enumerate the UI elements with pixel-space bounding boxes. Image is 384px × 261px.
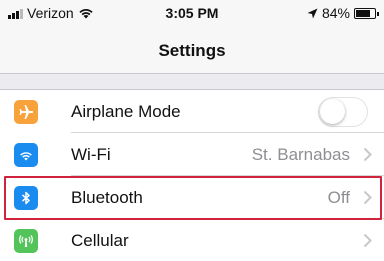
settings-row-label: Wi-Fi bbox=[71, 145, 111, 164]
settings-row-value: Off bbox=[327, 188, 350, 207]
settings-row-cellular[interactable]: Cellular bbox=[0, 219, 384, 261]
page-title: Settings bbox=[158, 41, 226, 60]
settings-row-bluetooth[interactable]: Bluetooth Off bbox=[0, 176, 384, 219]
settings-row-wifi[interactable]: Wi-Fi St. Barnabas bbox=[0, 133, 384, 176]
status-bar: Verizon 3:05 PM 84% bbox=[0, 0, 384, 26]
chevron-right-icon bbox=[363, 190, 372, 205]
location-arrow-icon bbox=[307, 8, 318, 18]
battery-icon bbox=[354, 7, 379, 19]
settings-screen: Verizon 3:05 PM 84% Settings Airplane Mo… bbox=[0, 0, 384, 261]
chevron-right-icon bbox=[363, 147, 372, 162]
battery-level bbox=[356, 9, 371, 17]
toggle-knob bbox=[320, 99, 345, 124]
settings-row-value: St. Barnabas bbox=[251, 145, 350, 164]
navigation-bar: Settings bbox=[0, 26, 384, 74]
status-right: 84% bbox=[307, 5, 379, 21]
settings-list: Airplane Mode Wi-Fi St. Barnabas Bluetoo… bbox=[0, 89, 384, 261]
chevron-right-icon bbox=[363, 233, 372, 248]
wifi-icon bbox=[14, 143, 38, 167]
settings-row-label: Airplane Mode bbox=[71, 102, 181, 121]
cellular-icon bbox=[14, 229, 38, 253]
airplane-icon bbox=[14, 100, 38, 124]
settings-row-airplane-mode[interactable]: Airplane Mode bbox=[0, 90, 384, 133]
bluetooth-icon bbox=[14, 186, 38, 210]
settings-row-label: Bluetooth bbox=[71, 188, 143, 207]
settings-row-label: Cellular bbox=[71, 231, 129, 250]
airplane-mode-toggle[interactable] bbox=[318, 97, 368, 127]
battery-percent: 84% bbox=[321, 5, 350, 21]
